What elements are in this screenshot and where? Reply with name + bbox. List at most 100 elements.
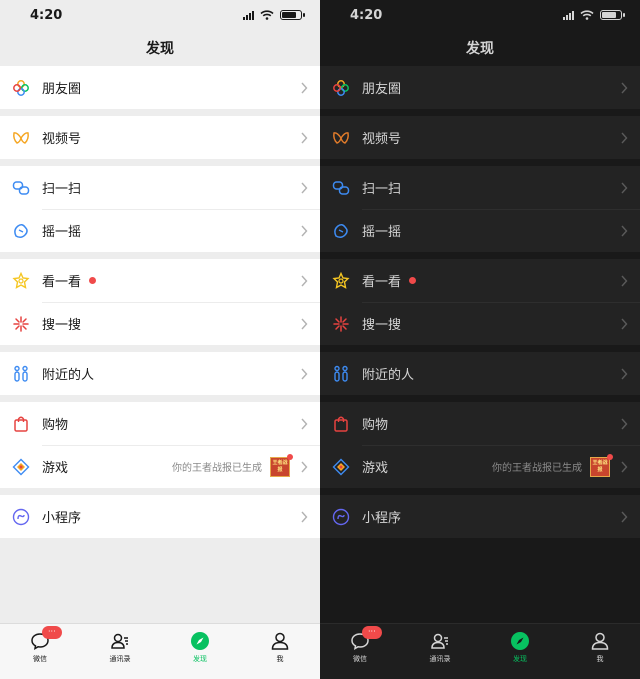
menu-item-label: 朋友圈 <box>362 82 402 97</box>
menu-item-search[interactable]: 搜一搜 <box>0 302 320 345</box>
chevron-right-icon <box>301 275 308 286</box>
menu-item-shake[interactable]: 摇一摇 <box>320 209 640 252</box>
page-title: 发现 <box>466 41 494 57</box>
tab-discover[interactable]: 发现 <box>480 624 560 679</box>
chevron-right-icon <box>621 318 628 329</box>
menu-item-label: 游戏 <box>362 461 389 476</box>
shopping-bag-icon <box>12 415 30 433</box>
menu-item-mini-programs[interactable]: 小程序 <box>0 495 320 538</box>
menu-item-channels[interactable]: 视频号 <box>0 116 320 159</box>
game-report-thumbnail[interactable]: 王者战报 <box>270 453 293 477</box>
chevron-right-icon <box>621 511 628 522</box>
menu-item-label: 朋友圈 <box>42 82 82 97</box>
menu-item-games[interactable]: 游戏 你的王者战报已生成 王者战报 <box>320 445 640 488</box>
tab-label: 我 <box>276 655 284 663</box>
menu-group: 朋友圈 <box>0 66 320 109</box>
contacts-icon <box>111 633 128 649</box>
people-icon <box>332 365 350 383</box>
menu-item-label: 看一看 <box>362 275 402 290</box>
signal-icon <box>243 10 254 20</box>
shopping-bag-icon <box>332 415 350 433</box>
menu-item-label: 搜一搜 <box>42 318 82 333</box>
menu-group: 视频号 <box>320 116 640 159</box>
tab-me[interactable]: 我 <box>240 624 320 679</box>
menu-group: 小程序 <box>320 495 640 538</box>
menu-group: 附近的人 <box>320 352 640 395</box>
notification-dot <box>607 453 613 460</box>
aperture-icon <box>332 79 350 97</box>
tab-contacts[interactable]: 通讯录 <box>80 624 160 679</box>
menu-group: 购物 游戏 你的王者战报已生成 王者战报 <box>320 402 640 488</box>
chevron-right-icon <box>301 225 308 236</box>
tab-label: 通讯录 <box>109 655 131 663</box>
menu-group: 看一看 搜一搜 <box>0 259 320 345</box>
page-title: 发现 <box>146 41 174 57</box>
star-flower-icon <box>332 271 350 290</box>
tab-label: 通讯录 <box>429 655 451 663</box>
menu-item-games[interactable]: 游戏 你的王者战报已生成 王者战报 <box>0 445 320 488</box>
shake-icon <box>332 222 350 240</box>
menu-group: 朋友圈 <box>320 66 640 109</box>
menu-item-label: 小程序 <box>42 511 82 526</box>
menu-item-nearby[interactable]: 附近的人 <box>0 352 320 395</box>
menu-item-top-stories[interactable]: 看一看 <box>0 259 320 302</box>
menu-group: 扫一扫 摇一摇 <box>320 166 640 252</box>
menu-item-label: 游戏 <box>42 461 69 476</box>
menu-item-shopping[interactable]: 购物 <box>320 402 640 445</box>
menu-group: 附近的人 <box>0 352 320 395</box>
discover-screen-dark: 4:20 发现 朋友圈 视频号 扫一扫 摇一摇 看一看 搜一搜 附近的人 购物 … <box>320 0 640 679</box>
menu-item-label: 附近的人 <box>42 368 95 383</box>
menu-item-nearby[interactable]: 附近的人 <box>320 352 640 395</box>
status-time: 4:20 <box>350 7 383 23</box>
menu-item-label: 购物 <box>362 418 389 433</box>
chevron-right-icon <box>621 461 628 472</box>
diamond-icon <box>332 458 350 476</box>
tab-chats[interactable]: ··· 微信 <box>0 624 80 679</box>
chevron-right-icon <box>301 318 308 329</box>
diamond-icon <box>12 458 30 476</box>
menu-item-moments[interactable]: 朋友圈 <box>0 66 320 109</box>
menu-item-channels[interactable]: 视频号 <box>320 116 640 159</box>
menu-item-label: 小程序 <box>362 511 402 526</box>
chevron-right-icon <box>301 82 308 93</box>
menu-item-mini-programs[interactable]: 小程序 <box>320 495 640 538</box>
sparkle-icon <box>12 315 30 333</box>
people-icon <box>12 365 30 383</box>
menu-item-moments[interactable]: 朋友圈 <box>320 66 640 109</box>
person-icon <box>591 632 609 650</box>
discover-screen-light: 4:20 发现 朋友圈 视频号 扫一扫 摇一摇 看一看 搜一搜 附近的人 购物 … <box>0 0 320 679</box>
unread-badge: ··· <box>42 626 62 639</box>
menu-item-shake[interactable]: 摇一摇 <box>0 209 320 252</box>
menu-item-search[interactable]: 搜一搜 <box>320 302 640 345</box>
tab-discover[interactable]: 发现 <box>160 624 240 679</box>
notification-dot <box>409 277 417 284</box>
menu-item-label: 附近的人 <box>362 368 415 383</box>
menu-item-label: 扫一扫 <box>42 182 82 197</box>
compass-icon <box>191 632 209 650</box>
menu-item-label: 摇一摇 <box>42 225 82 240</box>
game-report-text: 你的王者战报已生成 <box>492 463 582 474</box>
chevron-right-icon <box>301 132 308 143</box>
wifi-icon <box>580 10 594 20</box>
menu-item-top-stories[interactable]: 看一看 <box>320 259 640 302</box>
tab-label: 发现 <box>513 655 527 663</box>
tab-me[interactable]: 我 <box>560 624 640 679</box>
chevron-right-icon <box>301 182 308 193</box>
tab-chats[interactable]: ··· 微信 <box>320 624 400 679</box>
aperture-icon <box>12 79 30 97</box>
menu-item-label: 视频号 <box>42 132 82 147</box>
link-icon <box>12 508 30 526</box>
game-report-thumbnail[interactable]: 王者战报 <box>590 453 613 477</box>
contacts-icon <box>431 633 448 649</box>
menu-item-label: 摇一摇 <box>362 225 402 240</box>
menu-group: 扫一扫 摇一摇 <box>0 166 320 252</box>
unread-badge: ··· <box>362 626 382 639</box>
scan-icon <box>332 179 350 197</box>
sparkle-icon <box>332 315 350 333</box>
tab-contacts[interactable]: 通讯录 <box>400 624 480 679</box>
menu-item-shopping[interactable]: 购物 <box>0 402 320 445</box>
menu-item-scan[interactable]: 扫一扫 <box>320 166 640 209</box>
tab-label: 微信 <box>33 655 47 663</box>
menu-item-scan[interactable]: 扫一扫 <box>0 166 320 209</box>
bottom-tab-bar: ··· 微信 通讯录 发现 我 <box>320 623 640 679</box>
